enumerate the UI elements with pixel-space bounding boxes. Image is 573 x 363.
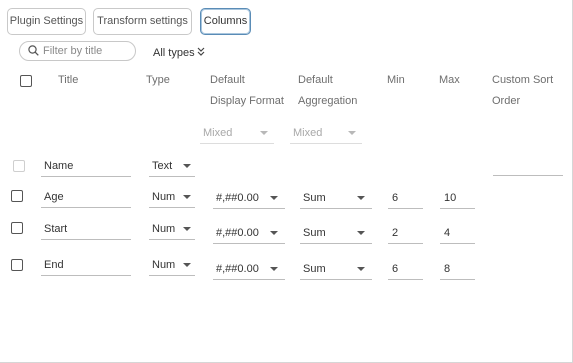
column-type-value: Num: [152, 259, 176, 271]
display-format-select[interactable]: #,##0.00: [213, 258, 285, 280]
column-title-field[interactable]: Start: [41, 218, 131, 240]
row-checkbox: [13, 160, 25, 172]
aggregation-select[interactable]: Sum: [300, 258, 372, 280]
header-min: Min: [387, 74, 405, 86]
aggregation-value: Sum: [303, 263, 326, 275]
search-icon: [28, 45, 39, 56]
column-type-select[interactable]: Text: [149, 155, 195, 177]
column-title-field[interactable]: End: [41, 254, 131, 276]
tab-plugin-settings[interactable]: Plugin Settings: [7, 8, 86, 35]
display-format-select[interactable]: #,##0.00: [213, 187, 285, 209]
display-format-select[interactable]: #,##0.00: [213, 222, 285, 244]
header-sort-line2: Order: [492, 95, 521, 107]
header-format-line1: Default: [210, 74, 245, 86]
max-input[interactable]: 4: [440, 222, 475, 244]
min-input[interactable]: 2: [388, 222, 423, 244]
row-checkbox[interactable]: [11, 190, 23, 202]
header-max: Max: [439, 74, 460, 86]
min-input[interactable]: 6: [388, 258, 423, 280]
search-input[interactable]: [43, 44, 131, 58]
column-type-value: Text: [152, 160, 173, 172]
caret-down-icon: [357, 196, 365, 200]
header-aggregation: Default Aggregation: [298, 70, 357, 112]
bulk-aggregation-select: Mixed: [290, 122, 362, 144]
header-aggregation-line2: Aggregation: [298, 95, 358, 107]
tab-transform-settings[interactable]: Transform settings: [93, 8, 192, 35]
tab-columns[interactable]: Columns: [200, 8, 251, 35]
display-format-value: #,##0.00: [216, 227, 259, 239]
caret-down-icon: [270, 231, 278, 235]
bulk-format-select: Mixed: [200, 122, 274, 144]
column-type-value: Num: [152, 191, 176, 203]
header-format-line2: Display Format: [210, 95, 284, 107]
column-title-field[interactable]: Name: [41, 155, 131, 177]
filter-by-title-search[interactable]: [19, 41, 136, 61]
double-chevron-down-icon[interactable]: [197, 47, 205, 56]
header-title: Title: [58, 74, 79, 86]
header-custom-sort: Custom Sort Order: [492, 70, 553, 112]
caret-down-icon: [183, 263, 191, 267]
all-types-filter[interactable]: All types: [153, 47, 195, 59]
column-type-value: Num: [152, 223, 176, 235]
caret-down-icon: [357, 231, 365, 235]
aggregation-value: Sum: [303, 192, 326, 204]
column-type-select[interactable]: Num: [149, 186, 195, 208]
row-checkbox[interactable]: [11, 259, 23, 271]
select-all-checkbox[interactable]: [20, 75, 32, 87]
display-format-value: #,##0.00: [216, 192, 259, 204]
max-input[interactable]: 10: [440, 187, 475, 209]
caret-down-icon: [357, 267, 365, 271]
caret-down-icon: [348, 131, 356, 135]
aggregation-select[interactable]: Sum: [300, 187, 372, 209]
caret-down-icon: [270, 267, 278, 271]
columns-settings-panel: Plugin Settings Transform settings Colum…: [0, 0, 573, 363]
header-sort-line1: Custom Sort: [492, 74, 554, 86]
caret-down-icon: [260, 131, 268, 135]
caret-down-icon: [183, 195, 191, 199]
custom-sort-field[interactable]: [493, 175, 563, 176]
bulk-format-value: Mixed: [203, 127, 233, 139]
aggregation-select[interactable]: Sum: [300, 222, 372, 244]
aggregation-value: Sum: [303, 227, 326, 239]
column-title-field[interactable]: Age: [41, 186, 131, 208]
display-format-value: #,##0.00: [216, 263, 259, 275]
bulk-aggregation-value: Mixed: [293, 127, 323, 139]
max-input[interactable]: 8: [440, 258, 475, 280]
row-checkbox[interactable]: [11, 222, 23, 234]
min-input[interactable]: 6: [388, 187, 423, 209]
column-type-select[interactable]: Num: [149, 254, 195, 276]
caret-down-icon: [183, 227, 191, 231]
caret-down-icon: [183, 164, 191, 168]
caret-down-icon: [270, 196, 278, 200]
header-aggregation-line1: Default: [298, 74, 333, 86]
column-type-select[interactable]: Num: [149, 218, 195, 240]
header-format: Default Display Format: [210, 70, 284, 112]
header-type: Type: [146, 74, 170, 86]
